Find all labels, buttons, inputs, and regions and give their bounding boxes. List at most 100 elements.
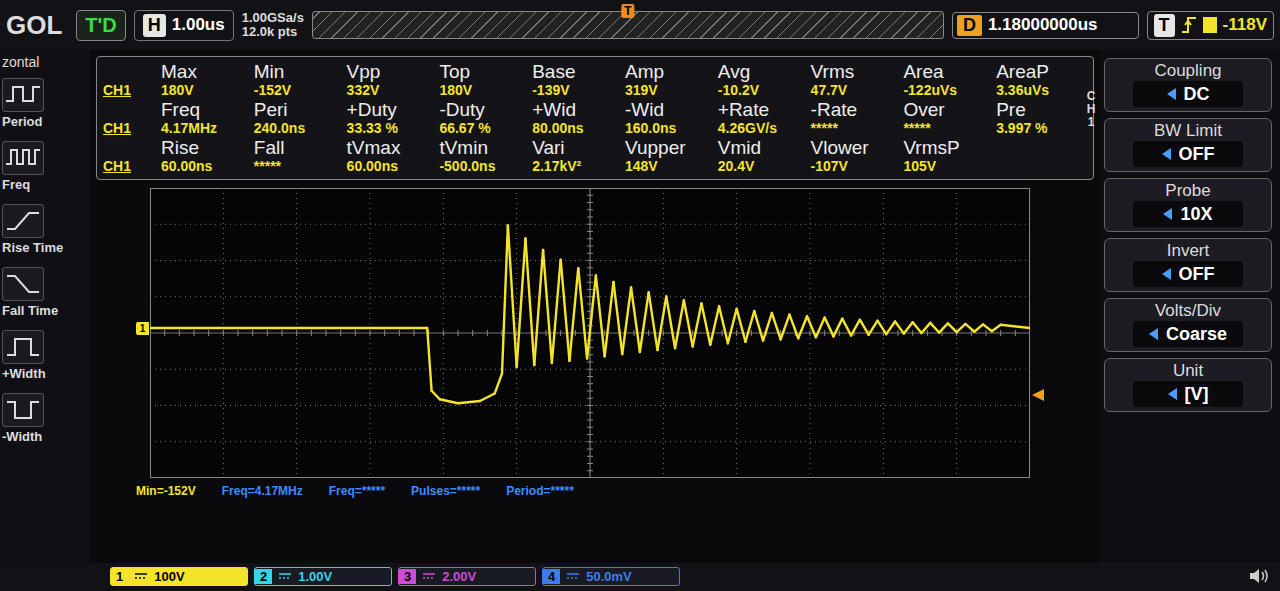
option-label: Coupling: [1154, 61, 1221, 81]
trace-segment: [666, 297, 675, 349]
menu-item[interactable]: Fall Time: [0, 263, 90, 322]
measurement-label: +Rate: [718, 99, 809, 120]
menu-option[interactable]: Probe 10X: [1104, 178, 1272, 232]
fall-time-icon: [2, 267, 44, 301]
trigger-level-marker[interactable]: [1032, 389, 1044, 401]
option-value[interactable]: [V]: [1133, 381, 1243, 407]
waveform-display: 1: [150, 188, 1030, 478]
measurement-value: -10.2V: [718, 82, 809, 99]
menu-item-label: -Width: [2, 429, 42, 444]
trace-segment: [427, 328, 431, 391]
memory-bar[interactable]: T: [312, 11, 944, 39]
option-value[interactable]: DC: [1133, 81, 1243, 107]
delay[interactable]: D1.18000000us: [952, 12, 1139, 39]
measurement-value: 60.00ns: [347, 158, 438, 175]
logo: GOL: [0, 10, 68, 41]
menu-option[interactable]: CouplingDC: [1104, 58, 1272, 112]
menu-option[interactable]: Volts/DivCoarse: [1104, 298, 1272, 352]
trace-segment: [657, 297, 666, 351]
measurement-label: Vrms: [811, 61, 902, 82]
option-value[interactable]: OFF: [1133, 141, 1243, 167]
measurement-label: -Wid: [625, 99, 716, 120]
trace-segment: [561, 260, 570, 361]
menu-item[interactable]: Period: [0, 74, 90, 133]
measurement-label: Peri: [254, 99, 345, 120]
option-label: Invert: [1167, 241, 1210, 261]
measurement-value: 160.0ns: [625, 120, 716, 137]
menu-item[interactable]: +Width: [0, 326, 90, 385]
measurement-value: 105V: [903, 158, 994, 175]
measurement-value: -152V: [254, 82, 345, 99]
trace-segment: [974, 324, 983, 331]
trace-segment: [825, 318, 834, 337]
menu-item[interactable]: Rise Time: [0, 200, 90, 259]
channel-ground-marker[interactable]: 1: [136, 322, 149, 335]
option-value-text: [V]: [1185, 384, 1209, 405]
trace-segment: [789, 315, 798, 339]
trace-segment: [684, 300, 693, 346]
option-value[interactable]: 10X: [1133, 201, 1243, 227]
negative-width-icon: [2, 393, 44, 427]
menu-item[interactable]: Freq: [0, 137, 90, 196]
channel-label: CH1: [103, 120, 159, 137]
timebase[interactable]: H1.00us: [134, 10, 234, 41]
measurement-value: 332V: [347, 82, 438, 99]
menu-item-label: +Width: [2, 366, 46, 381]
channel-tab[interactable]: 1100V: [110, 567, 248, 586]
measurement-label: Pre: [996, 99, 1087, 120]
trace-segment: [587, 276, 596, 359]
trace-segment: [569, 268, 578, 361]
menu-option[interactable]: BW LimitOFF: [1104, 118, 1272, 172]
trace-segment: [480, 394, 495, 401]
trigger[interactable]: T-118V: [1147, 11, 1274, 40]
trace-segment: [1001, 325, 1030, 328]
channel-menu: CH1CouplingDCBW LimitOFFProbe10XInvertOF…: [1100, 50, 1280, 563]
channel-scale: 2.00V: [442, 569, 476, 584]
measurement-label: Over: [903, 99, 994, 120]
option-label: Probe: [1165, 181, 1210, 201]
readout: Period=*****: [506, 484, 574, 498]
measurement-value: 3.997 %: [996, 120, 1087, 137]
readout: Pulses=*****: [411, 484, 480, 498]
measurement-label: Vupper: [625, 137, 716, 158]
dc-coupling-icon: [566, 571, 580, 581]
readout: Freq=4.17MHz: [222, 484, 303, 498]
measurement-value: *****: [811, 120, 902, 137]
trace-segment: [816, 318, 825, 338]
measurement-value: 4.17MHz: [161, 120, 252, 137]
measurement-label: -Duty: [439, 99, 530, 120]
channel-bar: 1100V 21.00V 3 2.00V 450.0mV: [0, 563, 1280, 591]
run-status[interactable]: T'D: [76, 10, 125, 41]
measurement-value: 148V: [625, 158, 716, 175]
acquisition-info: 1.00GSa/s12.0k pts: [242, 11, 304, 39]
trace-segment: [552, 260, 561, 363]
trace-segment: [719, 306, 728, 343]
trace-segment: [833, 319, 842, 337]
trace-segment: [877, 321, 886, 335]
speaker-icon[interactable]: [1248, 567, 1270, 585]
sample-rate: 1.00GSa/s: [242, 11, 304, 25]
menu-option[interactable]: InvertOFF: [1104, 238, 1272, 292]
measurement-value: 3.36uVs: [996, 82, 1087, 99]
measurement-label: Base: [532, 61, 623, 82]
measurement-value: 4.26GV/s: [718, 120, 809, 137]
channel-tab[interactable]: 450.0mV: [542, 567, 680, 586]
trace-segment: [508, 225, 517, 367]
channel-tab[interactable]: 21.00V: [254, 567, 392, 586]
trace-segment: [502, 225, 508, 373]
trigger-position-marker[interactable]: T: [621, 4, 634, 18]
measurement-label: Vari: [532, 137, 623, 158]
channel-tab[interactable]: 3 2.00V: [398, 567, 536, 586]
trace-segment: [495, 374, 502, 394]
option-value-text: 10X: [1180, 204, 1212, 225]
option-value[interactable]: Coarse: [1133, 321, 1243, 347]
channel-number: 3: [399, 569, 416, 584]
trace-segment: [869, 321, 878, 335]
dc-coupling-icon: [422, 571, 436, 581]
option-value[interactable]: OFF: [1133, 261, 1243, 287]
delay-label: D: [957, 15, 982, 36]
menu-option[interactable]: Unit[V]: [1104, 358, 1272, 412]
trace-segment: [596, 276, 605, 357]
menu-item[interactable]: -Width: [0, 389, 90, 448]
measurement-label: +Duty: [347, 99, 438, 120]
